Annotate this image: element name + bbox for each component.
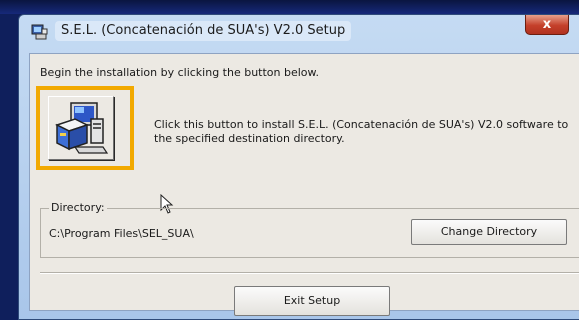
change-directory-button[interactable]: Change Directory xyxy=(411,219,567,245)
install-description: Click this button to install S.E.L. (Con… xyxy=(154,118,569,145)
directory-label: Directory: xyxy=(49,201,107,214)
intro-text: Begin the installation by clicking the b… xyxy=(40,66,320,79)
exit-setup-button[interactable]: Exit Setup xyxy=(234,286,390,316)
install-button[interactable] xyxy=(48,96,114,160)
footer-divider xyxy=(40,272,579,274)
close-button[interactable]: x xyxy=(525,15,569,35)
window-title: S.E.L. (Concatenación de SUA's) V2.0 Set… xyxy=(55,21,352,41)
directory-group: Directory: C:\Program Files\SEL_SUA\ Cha… xyxy=(40,201,579,258)
title-bar[interactable]: S.E.L. (Concatenación de SUA's) V2.0 Set… xyxy=(19,15,579,49)
setup-app-icon xyxy=(31,24,48,40)
setup-window: S.E.L. (Concatenación de SUA's) V2.0 Set… xyxy=(18,14,579,320)
directory-path: C:\Program Files\SEL_SUA\ xyxy=(49,227,194,240)
install-highlight-frame xyxy=(36,86,134,170)
computer-setup-icon xyxy=(55,102,109,154)
desktop-background xyxy=(0,0,579,14)
dialog-body: Begin the installation by clicking the b… xyxy=(29,53,579,316)
